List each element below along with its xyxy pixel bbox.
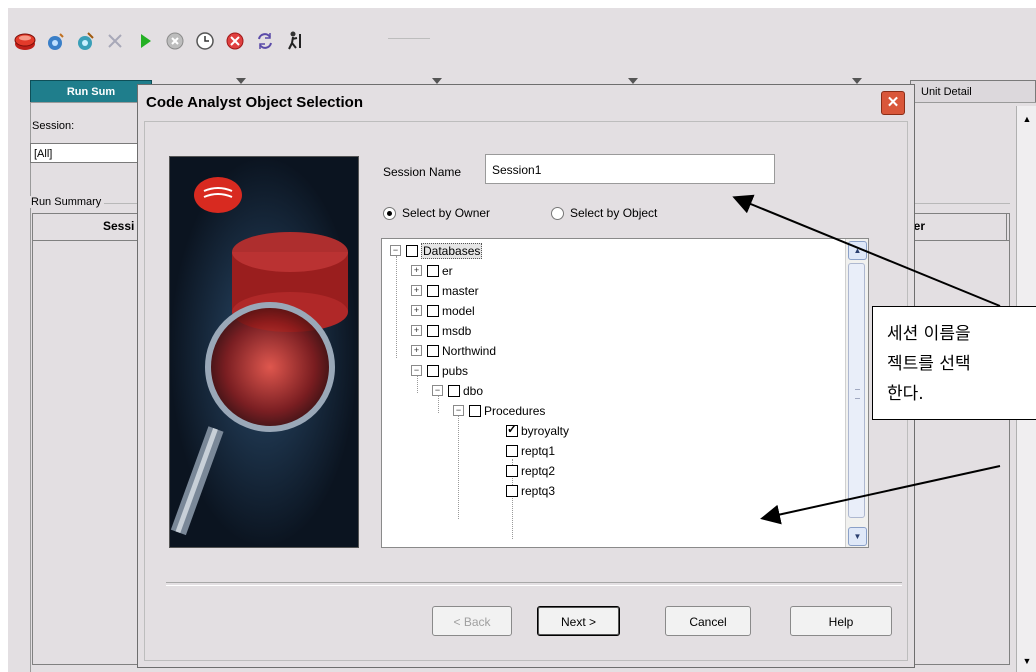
tree-node-label[interactable]: er bbox=[442, 264, 453, 278]
session-label: Session: bbox=[32, 120, 75, 132]
tree-checkbox[interactable] bbox=[506, 444, 518, 457]
tree-scrollbar[interactable]: ▲ ▼ bbox=[845, 239, 868, 547]
tree-node-label[interactable]: reptq3 bbox=[521, 484, 555, 498]
tree-checkbox[interactable] bbox=[506, 484, 518, 497]
session-name-label: Session Name bbox=[383, 165, 462, 179]
tree-scroll-thumb[interactable] bbox=[848, 263, 865, 518]
back-button[interactable]: < Back bbox=[432, 606, 512, 636]
tree-node[interactable]: + Northwind bbox=[411, 341, 496, 360]
expand-icon[interactable]: + bbox=[411, 285, 422, 296]
refresh-icon[interactable] bbox=[252, 28, 278, 54]
disconnect-icon[interactable] bbox=[72, 28, 98, 54]
connect-icon[interactable] bbox=[42, 28, 68, 54]
tree-node[interactable]: − pubs bbox=[411, 361, 468, 380]
collapse-icon[interactable]: − bbox=[411, 365, 422, 376]
tree-checkbox[interactable] bbox=[427, 344, 439, 357]
tree-scroll-down-icon[interactable]: ▼ bbox=[848, 527, 867, 546]
tree-node-label[interactable]: byroyalty bbox=[521, 424, 569, 438]
expand-icon[interactable]: + bbox=[411, 305, 422, 316]
object-selection-dialog: Code Analyst Object Selection ✕ Session … bbox=[137, 84, 915, 668]
delete-icon[interactable] bbox=[102, 28, 128, 54]
tree-node-label[interactable]: pubs bbox=[442, 364, 468, 378]
tree-node[interactable]: − Procedures bbox=[453, 401, 545, 420]
button-separator bbox=[166, 582, 902, 586]
toolbar-divider bbox=[388, 38, 430, 39]
dialog-title: Code Analyst Object Selection bbox=[146, 94, 363, 111]
tree-checkbox[interactable] bbox=[427, 364, 439, 377]
callout-line: 세션 이름을 bbox=[887, 324, 971, 344]
tree-node-label[interactable]: Databases bbox=[421, 242, 483, 259]
stop-icon[interactable] bbox=[162, 28, 188, 54]
collapse-icon[interactable]: − bbox=[432, 385, 443, 396]
object-tree[interactable]: − Databases + er + master + model + msdb + Northwin… bbox=[381, 238, 869, 548]
callout-line: 한다. bbox=[887, 384, 924, 404]
tree-node[interactable]: + msdb bbox=[411, 321, 471, 340]
wizard-banner-image bbox=[169, 156, 359, 548]
tree-node-label[interactable]: master bbox=[442, 284, 479, 298]
run-summary-label: Run Summary bbox=[28, 196, 105, 208]
tree-guide-line bbox=[458, 409, 459, 519]
close-button[interactable]: ✕ bbox=[881, 91, 905, 115]
clock-icon[interactable] bbox=[192, 28, 218, 54]
tree-node-label[interactable]: msdb bbox=[442, 324, 471, 338]
collapse-icon[interactable]: − bbox=[390, 245, 401, 256]
tab-unit-detail[interactable]: Unit Detail bbox=[910, 80, 1036, 102]
radio-select-by-owner[interactable]: Select by Owner bbox=[383, 206, 490, 220]
radio-owner-label: Select by Owner bbox=[402, 206, 491, 220]
tree-node-label[interactable]: Procedures bbox=[484, 404, 545, 418]
tree-node-label[interactable]: dbo bbox=[463, 384, 483, 398]
tree-checkbox[interactable] bbox=[469, 404, 481, 417]
grip-icon bbox=[855, 389, 860, 399]
tab-run-summary[interactable]: Run Sum bbox=[30, 80, 152, 103]
tree-node[interactable]: reptq1 bbox=[506, 441, 555, 460]
tree-node-label[interactable]: model bbox=[442, 304, 475, 318]
cancel-icon[interactable] bbox=[222, 28, 248, 54]
radio-select-by-object[interactable]: Select by Object bbox=[551, 206, 657, 220]
cancel-button[interactable]: Cancel bbox=[665, 606, 751, 636]
tree-checkbox[interactable] bbox=[427, 284, 439, 297]
collapse-icon[interactable]: − bbox=[453, 405, 464, 416]
tree-node[interactable]: + er bbox=[411, 261, 453, 280]
tree-node[interactable]: byroyalty bbox=[506, 421, 569, 440]
tree-node[interactable]: + model bbox=[411, 301, 475, 320]
tree-node[interactable]: − Databases bbox=[390, 241, 483, 260]
scroll-up-icon[interactable]: ▲ bbox=[1017, 110, 1036, 128]
column-session[interactable]: Sessi bbox=[103, 219, 134, 233]
expand-icon[interactable]: + bbox=[411, 345, 422, 356]
expand-icon[interactable]: + bbox=[411, 265, 422, 276]
tree-node[interactable]: reptq3 bbox=[506, 481, 555, 500]
tree-checkbox[interactable] bbox=[427, 264, 439, 277]
filter-icon[interactable] bbox=[282, 28, 308, 54]
next-button[interactable]: Next > bbox=[537, 606, 620, 636]
tree-checkbox[interactable] bbox=[427, 304, 439, 317]
tree-checkbox[interactable] bbox=[427, 324, 439, 337]
tree-node-label[interactable]: Northwind bbox=[442, 344, 496, 358]
annotation-callout: 세션 이름을 젝트를 선택 한다. bbox=[872, 306, 1036, 420]
scroll-down-icon[interactable]: ▼ bbox=[1017, 652, 1036, 670]
tree-checkbox[interactable] bbox=[448, 384, 460, 397]
tree-node-label[interactable]: reptq1 bbox=[521, 444, 555, 458]
help-button[interactable]: Help bbox=[790, 606, 892, 636]
radio-selected-icon[interactable] bbox=[383, 206, 396, 220]
toolbar bbox=[8, 24, 308, 58]
tree-node[interactable]: − dbo bbox=[432, 381, 483, 400]
run-icon[interactable] bbox=[132, 28, 158, 54]
callout-line: 젝트를 선택 bbox=[887, 354, 971, 374]
tree-scroll-up-icon[interactable]: ▲ bbox=[848, 241, 867, 260]
tree-checkbox[interactable] bbox=[406, 244, 418, 257]
session-name-input[interactable]: Session1 bbox=[485, 154, 775, 184]
database-icon[interactable] bbox=[12, 28, 38, 54]
tree-checkbox[interactable] bbox=[506, 422, 518, 437]
expand-icon[interactable]: + bbox=[411, 325, 422, 336]
tree-node[interactable]: + master bbox=[411, 281, 479, 300]
tree-node[interactable]: reptq2 bbox=[506, 461, 555, 480]
tree-guide-line bbox=[396, 256, 397, 358]
tree-checkbox[interactable] bbox=[506, 464, 518, 477]
radio-unselected-icon[interactable] bbox=[551, 206, 564, 220]
radio-object-label: Select by Object bbox=[570, 206, 658, 220]
tree-node-label[interactable]: reptq2 bbox=[521, 464, 555, 478]
